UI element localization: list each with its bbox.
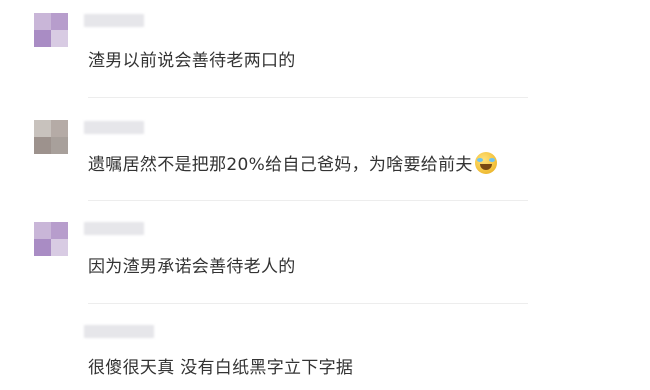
avatar[interactable]: [34, 13, 68, 47]
username-blurred[interactable]: [84, 14, 144, 27]
avatar-pixel: [34, 239, 51, 256]
avatar-pixel: [34, 13, 51, 30]
comment-text: 很傻很天真 没有白纸黑字立下字据: [88, 358, 354, 378]
divider: [88, 97, 528, 98]
crying-laughing-emoji-icon: [474, 152, 497, 174]
avatar-pixel: [51, 13, 68, 30]
username-blurred[interactable]: [84, 121, 144, 134]
avatar[interactable]: [34, 120, 68, 154]
comment-list: 渣男以前说会善待老两口的 遗嘱居然不是把那20%给自己爸妈，为啥要给前夫 因为渣…: [0, 0, 650, 390]
comment-text-content: 遗嘱居然不是把那20%给自己爸妈，为啥要给前夫: [88, 155, 473, 175]
comment-text: 渣男以前说会善待老两口的: [88, 51, 296, 71]
comment-text: 遗嘱居然不是把那20%给自己爸妈，为啥要给前夫: [88, 150, 497, 175]
avatar-pixel: [34, 120, 51, 137]
divider: [88, 200, 528, 201]
avatar-pixel: [51, 222, 68, 239]
avatar[interactable]: [34, 222, 68, 256]
username-blurred[interactable]: [84, 222, 144, 235]
avatar-pixel: [51, 30, 68, 47]
avatar-pixel: [34, 222, 51, 239]
comment-text: 因为渣男承诺会善待老人的: [88, 257, 296, 277]
username-blurred[interactable]: [84, 325, 154, 338]
avatar-pixel: [51, 120, 68, 137]
avatar-pixel: [51, 137, 68, 154]
divider: [88, 303, 528, 304]
avatar-pixel: [51, 239, 68, 256]
avatar-pixel: [34, 137, 51, 154]
avatar-pixel: [34, 30, 51, 47]
